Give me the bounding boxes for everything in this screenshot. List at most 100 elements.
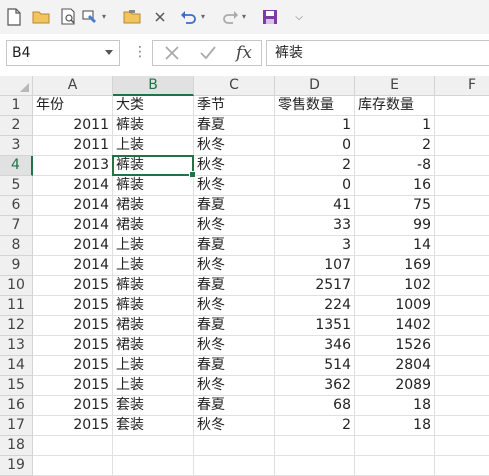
cell-d5[interactable]: 0 [275,176,355,196]
cell-d13[interactable]: 346 [275,336,355,356]
column-header-e[interactable]: E [355,76,435,96]
cell-c9[interactable]: 秋冬 [194,256,275,276]
cell-e18[interactable] [355,436,435,456]
cell-b9[interactable]: 上装 [113,256,194,276]
cell-d7[interactable]: 33 [275,216,355,236]
format-painter-dropdown-icon[interactable]: ▾ [102,13,106,21]
cell-f7[interactable] [435,216,489,236]
cell-a16[interactable]: 2015 [33,396,113,416]
cell-e5[interactable]: 16 [355,176,435,196]
cell-c4[interactable]: 秋冬 [194,156,275,176]
cell-a17[interactable]: 2015 [33,416,113,436]
cell-d4[interactable]: 2 [275,156,355,176]
cell-e2[interactable]: 1 [355,116,435,136]
cell-d12[interactable]: 1351 [275,316,355,336]
cell-b1[interactable]: 大类 [113,96,194,116]
cell-c5[interactable]: 秋冬 [194,176,275,196]
cell-f1[interactable] [435,96,489,116]
cell-f9[interactable] [435,256,489,276]
format-painter-icon[interactable] [80,7,100,27]
cell-e1[interactable]: 库存数量 [355,96,435,116]
cell-c11[interactable]: 秋冬 [194,296,275,316]
cell-e4[interactable]: -8 [355,156,435,176]
cell-d14[interactable]: 514 [275,356,355,376]
cell-c1[interactable]: 季节 [194,96,275,116]
row-header-6[interactable]: 6 [0,196,33,216]
cell-d11[interactable]: 224 [275,296,355,316]
cancel-icon[interactable] [159,41,185,65]
redo-icon[interactable] [220,7,240,27]
cell-f8[interactable] [435,236,489,256]
cell-d16[interactable]: 68 [275,396,355,416]
row-header-5[interactable]: 5 [0,176,33,196]
cell-a19[interactable] [33,456,113,476]
cell-e11[interactable]: 1009 [355,296,435,316]
cell-c8[interactable]: 春夏 [194,236,275,256]
cell-f19[interactable] [435,456,489,476]
cell-f6[interactable] [435,196,489,216]
cell-b17[interactable]: 套装 [113,416,194,436]
cell-a3[interactable]: 2011 [33,136,113,156]
open-folder-icon[interactable] [31,7,51,27]
insert-function-button[interactable]: fx [231,41,257,65]
cell-e19[interactable] [355,456,435,476]
row-header-2[interactable]: 2 [0,116,33,136]
cell-d18[interactable] [275,436,355,456]
cell-e16[interactable]: 18 [355,396,435,416]
cell-e10[interactable]: 102 [355,276,435,296]
redo-dropdown-icon[interactable]: ▾ [242,13,246,21]
cell-a13[interactable]: 2015 [33,336,113,356]
cell-d19[interactable] [275,456,355,476]
row-header-9[interactable]: 9 [0,256,33,276]
cell-c17[interactable]: 秋冬 [194,416,275,436]
cell-a7[interactable]: 2014 [33,216,113,236]
cell-b11[interactable]: 裤装 [113,296,194,316]
cell-f16[interactable] [435,396,489,416]
cell-a8[interactable]: 2014 [33,236,113,256]
cell-b5[interactable]: 裤装 [113,176,194,196]
cell-b6[interactable]: 裙装 [113,196,194,216]
cell-f3[interactable] [435,136,489,156]
cell-b4[interactable]: 裤装 [113,156,194,176]
cell-f18[interactable] [435,436,489,456]
paste-icon[interactable] [122,7,142,27]
row-header-19[interactable]: 19 [0,456,33,476]
cell-d17[interactable]: 2 [275,416,355,436]
row-header-7[interactable]: 7 [0,216,33,236]
cell-f14[interactable] [435,356,489,376]
cell-f10[interactable] [435,276,489,296]
row-header-13[interactable]: 13 [0,336,33,356]
cell-a12[interactable]: 2015 [33,316,113,336]
cell-f17[interactable] [435,416,489,436]
cell-f13[interactable] [435,336,489,356]
cell-e14[interactable]: 2804 [355,356,435,376]
cell-c18[interactable] [194,436,275,456]
cell-d8[interactable]: 3 [275,236,355,256]
cell-c19[interactable] [194,456,275,476]
cell-b18[interactable] [113,436,194,456]
cell-c12[interactable]: 春夏 [194,316,275,336]
cell-c14[interactable]: 春夏 [194,356,275,376]
cell-c2[interactable]: 春夏 [194,116,275,136]
cell-f11[interactable] [435,296,489,316]
column-header-b[interactable]: B [113,76,194,96]
cell-d3[interactable]: 0 [275,136,355,156]
cell-b14[interactable]: 上装 [113,356,194,376]
new-file-icon[interactable] [4,7,24,27]
enter-icon[interactable] [195,41,221,65]
cell-b2[interactable]: 裤装 [113,116,194,136]
cell-a1[interactable]: 年份 [33,96,113,116]
cell-b12[interactable]: 裙装 [113,316,194,336]
cell-e17[interactable]: 18 [355,416,435,436]
cell-d15[interactable]: 362 [275,376,355,396]
cell-e7[interactable]: 99 [355,216,435,236]
cell-d2[interactable]: 1 [275,116,355,136]
cell-d10[interactable]: 2517 [275,276,355,296]
cell-f4[interactable] [435,156,489,176]
cell-a15[interactable]: 2015 [33,376,113,396]
cell-b19[interactable] [113,456,194,476]
row-header-18[interactable]: 18 [0,436,33,456]
more-options-icon[interactable]: ⋮ [133,44,147,60]
cell-a14[interactable]: 2015 [33,356,113,376]
cell-f5[interactable] [435,176,489,196]
